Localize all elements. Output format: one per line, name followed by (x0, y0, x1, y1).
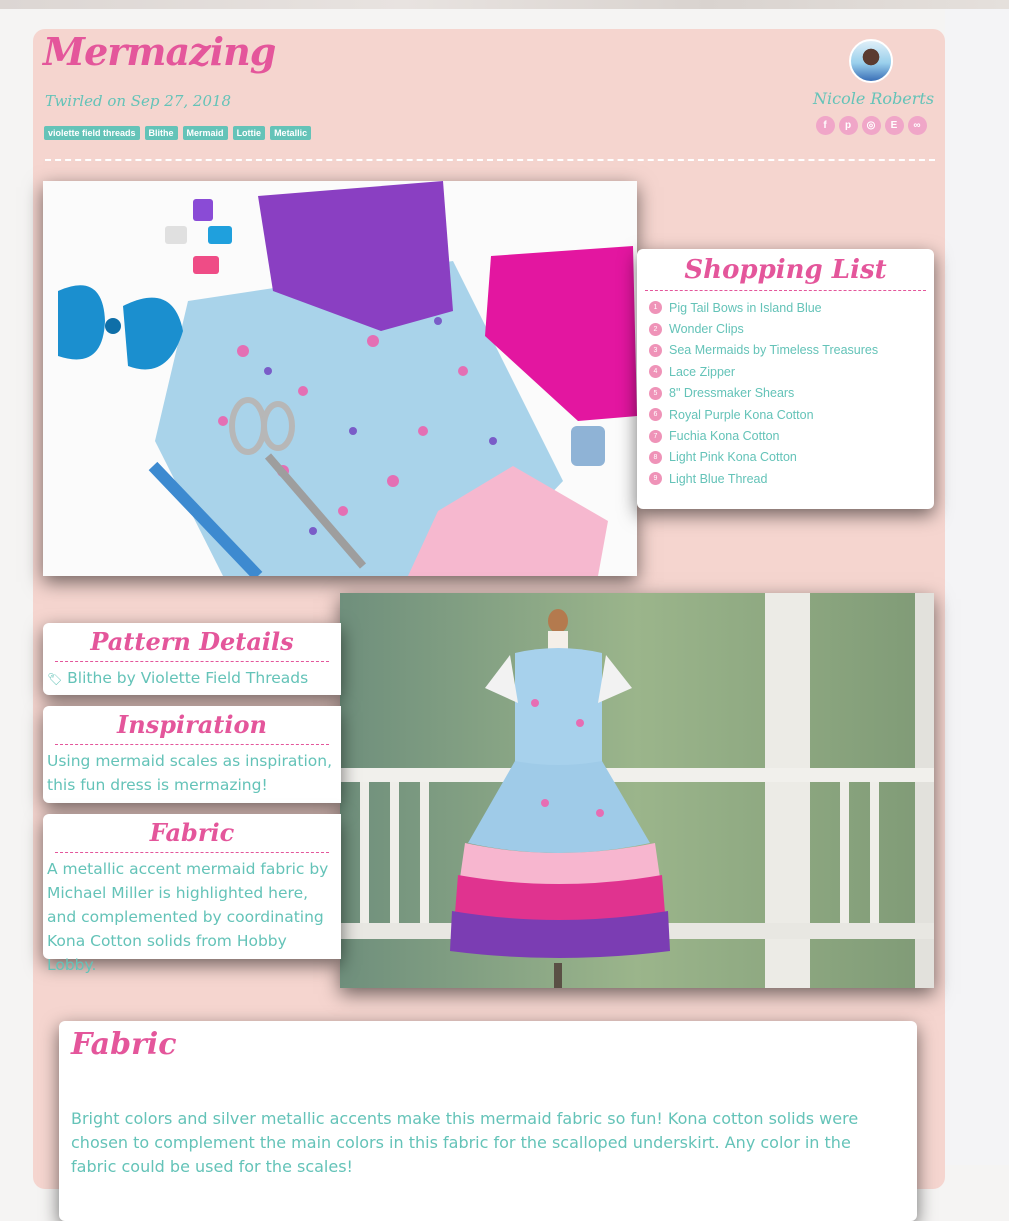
item-number-badge: 1 (649, 301, 662, 315)
dress-illustration (340, 593, 934, 988)
fabric-section: Fabric Bright colors and silver metallic… (59, 1021, 917, 1221)
item-number-badge: 9 (649, 472, 662, 486)
header-divider (45, 159, 935, 161)
inspiration-divider (55, 744, 329, 745)
shopping-item[interactable]: 5 8" Dressmaker Shears (649, 383, 934, 404)
facebook-icon[interactable]: f (815, 116, 835, 135)
shopping-list-title: Shopping List (684, 255, 887, 285)
shopping-item-link[interactable]: Royal Purple Kona Cotton (669, 408, 814, 422)
shopping-list-panel: Shopping List 1 Pig Tail Bows in Island B… (637, 249, 934, 509)
post-card: Mermazing Twirled on Sep 27, 2018 violet… (33, 29, 945, 1221)
pinterest-icon[interactable]: p (838, 116, 858, 135)
supplies-photo (43, 181, 637, 576)
tag-lottie[interactable]: Lottie (232, 126, 266, 140)
fabric-panel: Fabric A metallic accent mermaid fabric … (43, 814, 341, 974)
item-number-badge: 8 (649, 450, 662, 464)
shopping-item[interactable]: 7 Fuchia Kona Cotton (649, 425, 934, 446)
shopping-item-link[interactable]: Pig Tail Bows in Island Blue (669, 301, 822, 315)
author-name[interactable]: Nicole Roberts (813, 89, 934, 108)
shopping-item[interactable]: 8 Light Pink Kona Cotton (649, 447, 934, 468)
dress-photo (340, 593, 934, 988)
shopping-item[interactable]: 2 Wonder Clips (649, 318, 934, 339)
fabric-panel-text: A metallic accent mermaid fabric by Mich… (47, 860, 329, 974)
shopping-item[interactable]: 9 Light Blue Thread (649, 468, 934, 489)
tag-icon: 🏷 (47, 672, 63, 686)
fabric-section-title: Fabric (71, 1027, 177, 1062)
pattern-link-row[interactable]: 🏷 Blithe by Violette Field Threads (43, 666, 341, 691)
tag-violette-field-threads[interactable]: violette field threads (44, 126, 140, 140)
shopping-item[interactable]: 3 Sea Mermaids by Timeless Treasures (649, 340, 934, 361)
inspiration-text: Using mermaid scales as inspiration, thi… (47, 752, 333, 794)
author-block: Nicole Roberts f p ◎ E ∞ (813, 39, 934, 135)
instagram-icon[interactable]: ◎ (861, 116, 881, 135)
pattern-details-title: Pattern Details (90, 627, 294, 656)
fabric-panel-divider (55, 852, 329, 853)
shopping-item[interactable]: 4 Lace Zipper (649, 361, 934, 382)
pattern-link[interactable]: Blithe by Violette Field Threads (67, 669, 308, 687)
inspiration-title: Inspiration (117, 710, 267, 739)
item-number-badge: 5 (649, 386, 662, 400)
shopping-list-divider (645, 290, 926, 291)
shopping-item-link[interactable]: Wonder Clips (669, 322, 744, 336)
page-right-gutter (945, 9, 1009, 1165)
item-number-badge: 6 (649, 408, 662, 422)
shopping-item[interactable]: 6 Royal Purple Kona Cotton (649, 404, 934, 425)
avatar[interactable] (849, 39, 893, 83)
post-title: Mermazing (43, 29, 276, 74)
pattern-details-panel: Pattern Details 🏷 Blithe by Violette Fie… (43, 623, 341, 695)
shopping-list: 1 Pig Tail Bows in Island Blue 2 Wonder Cl… (637, 297, 934, 490)
item-number-badge: 7 (649, 429, 662, 443)
shopping-item-link[interactable]: Sea Mermaids by Timeless Treasures (669, 343, 878, 357)
fabric-section-text: Bright colors and silver metallic accent… (71, 1109, 859, 1176)
tag-list: violette field threads Blithe Mermaid Lo… (44, 126, 312, 140)
item-number-badge: 4 (649, 365, 662, 379)
inspiration-panel: Inspiration Using mermaid scales as insp… (43, 706, 341, 803)
link-icon[interactable]: ∞ (907, 116, 927, 135)
tag-blithe[interactable]: Blithe (144, 126, 178, 140)
pattern-details-divider (55, 661, 329, 662)
post-date: Twirled on Sep 27, 2018 (45, 92, 232, 110)
tag-metallic[interactable]: Metallic (270, 126, 312, 140)
shopping-item-link[interactable]: Light Blue Thread (669, 472, 767, 486)
shopping-item-link[interactable]: 8" Dressmaker Shears (669, 386, 794, 400)
shopping-item-link[interactable]: Fuchia Kona Cotton (669, 429, 780, 443)
shopping-item-link[interactable]: Lace Zipper (669, 365, 735, 379)
shopping-item[interactable]: 1 Pig Tail Bows in Island Blue (649, 297, 934, 318)
tag-mermaid[interactable]: Mermaid (182, 126, 228, 140)
supplies-illustration (43, 181, 637, 576)
shopping-item-link[interactable]: Light Pink Kona Cotton (669, 450, 797, 464)
etsy-icon[interactable]: E (884, 116, 904, 135)
social-links: f p ◎ E ∞ (813, 116, 929, 135)
top-background-band (0, 0, 1009, 9)
item-number-badge: 3 (649, 343, 662, 357)
fabric-panel-title: Fabric (149, 818, 235, 847)
item-number-badge: 2 (649, 322, 662, 336)
